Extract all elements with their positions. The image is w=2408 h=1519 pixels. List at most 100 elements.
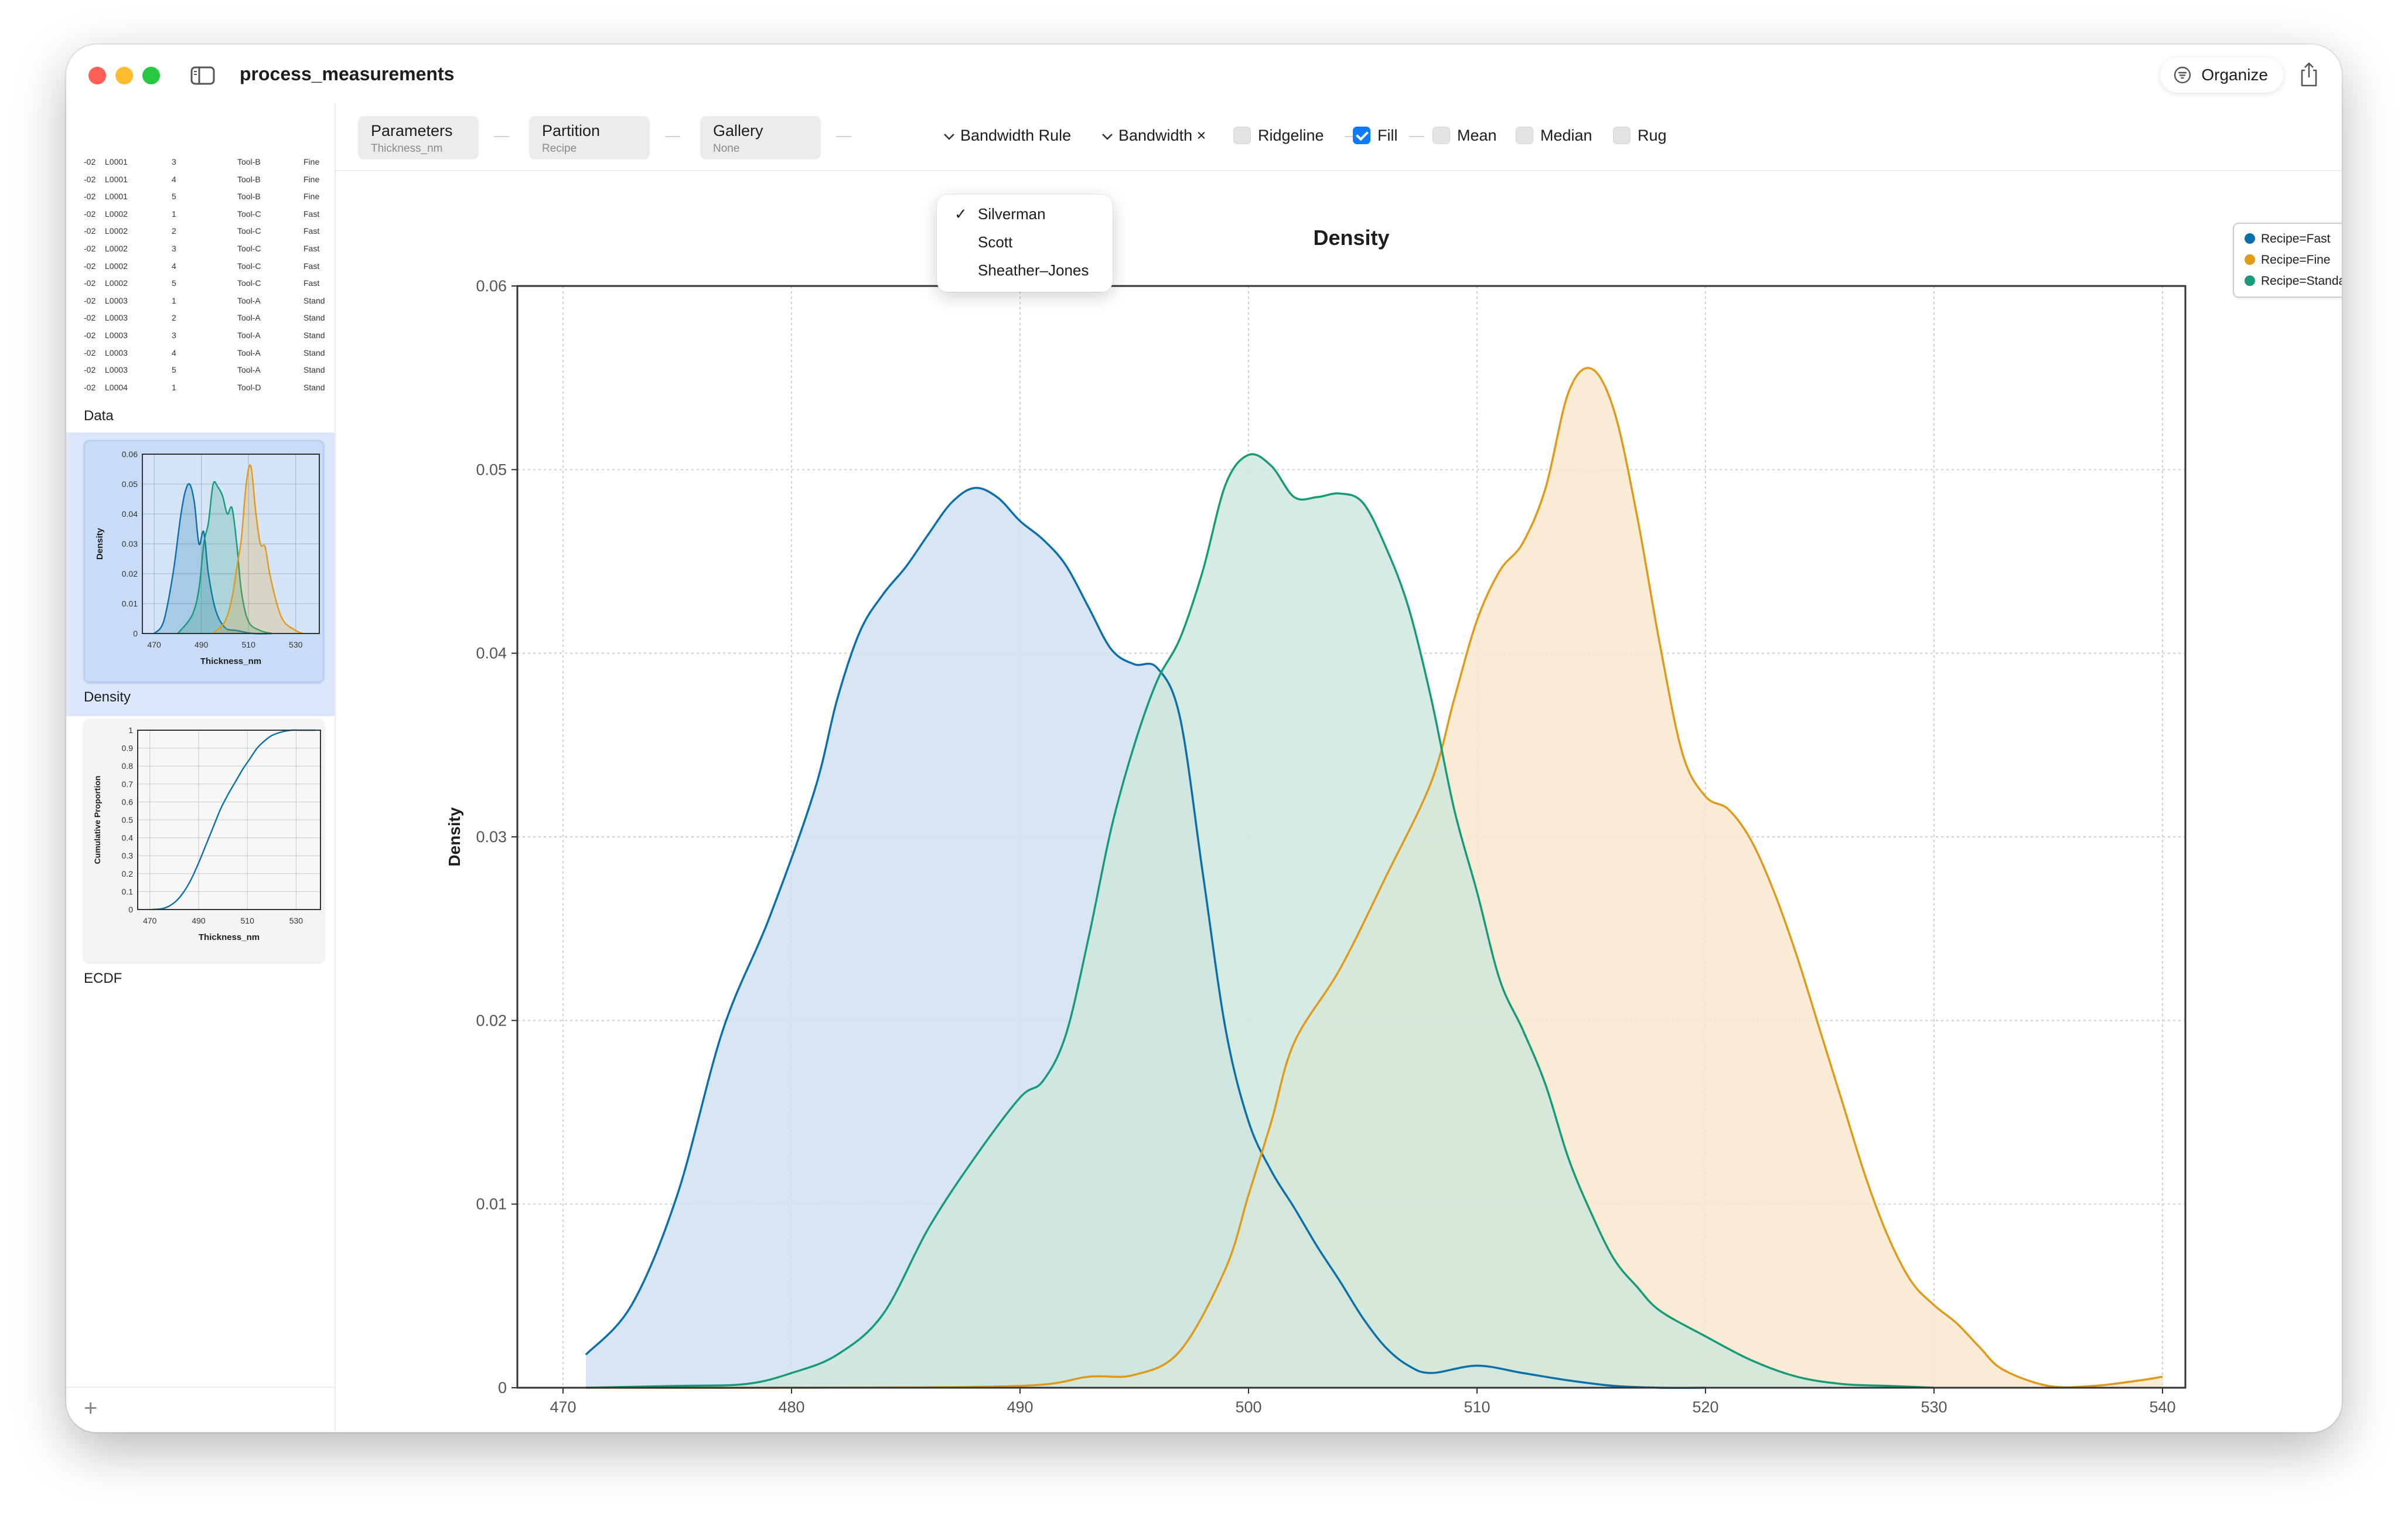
toolbar-separator: [836, 136, 851, 137]
fill-checkbox-box[interactable]: [1353, 127, 1370, 144]
mean-checkbox-box[interactable]: [1432, 127, 1450, 144]
data-table-cell: Fine: [303, 192, 320, 202]
menu-item-scott[interactable]: Scott: [978, 233, 1012, 251]
data-table-cell: Tool-C: [237, 226, 261, 236]
rug-checkbox[interactable]: Rug: [1613, 127, 1667, 145]
data-table-cell: -02: [84, 295, 96, 305]
data-table-cell: Tool-C: [237, 243, 261, 253]
organize-label: Organize: [2201, 66, 2268, 84]
data-table-row[interactable]: -02 L0004 1 Tool-D Stand: [84, 379, 330, 397]
sidebar-toggle-icon[interactable]: [189, 62, 216, 89]
data-table-cell: Tool-B: [237, 192, 261, 202]
data-table-cell: Stand: [303, 313, 325, 323]
data-table-row[interactable]: -02 L0003 3 Tool-A Stand: [84, 327, 330, 345]
data-table-row[interactable]: -02 L0001 4 Tool-B Fine: [84, 171, 330, 189]
data-table-cell: L0003: [105, 313, 128, 323]
data-table-row[interactable]: -02 L0002 5 Tool-C Fast: [84, 275, 330, 292]
menu-item-silverman[interactable]: Silverman: [978, 205, 1046, 223]
bandwidth-rule-label: Bandwidth Rule: [960, 127, 1072, 144]
y-tick-label: 0.03: [476, 828, 507, 846]
data-table-cell: L0001: [105, 174, 128, 184]
median-checkbox[interactable]: Median: [1516, 127, 1592, 145]
y-tick-label: 0.04: [476, 645, 507, 662]
ecdf-x-axis-label: Thickness_nm: [199, 932, 260, 942]
data-table-row[interactable]: -02 L0003 4 Tool-A Stand: [84, 345, 330, 362]
mean-checkbox[interactable]: Mean: [1432, 127, 1497, 145]
parameters-pill[interactable]: Parameters Thickness_nm: [358, 116, 479, 159]
data-table-cell: -02: [84, 278, 96, 288]
minimize-window-button[interactable]: [115, 67, 133, 84]
data-preview-table[interactable]: -02 L0001 3 Tool-B Fine -02 L0001 4 Tool-B Fine -0…: [84, 154, 330, 400]
chevron-down-icon: [1102, 133, 1113, 140]
legend-item-standard: Recipe=Standard: [2245, 274, 2342, 288]
menu-item-sheather-jones[interactable]: Sheather–Jones: [978, 261, 1089, 280]
bandwidth-multiplier-dropdown[interactable]: Bandwidth ×: [1101, 127, 1206, 145]
data-table-cell: 3: [172, 157, 176, 166]
density-chart-panel: 470 480 490 500 510 520 530 540 0 0.01 0.02 0.03 0.0…: [336, 171, 2342, 1432]
rug-label: Rug: [1638, 127, 1667, 144]
ecdf-y-axis-label: Cumulative Proportion: [93, 776, 102, 864]
close-window-button[interactable]: [88, 67, 106, 84]
bandwidth-multiplier-label: Bandwidth ×: [1118, 127, 1206, 144]
add-analysis-button[interactable]: +: [84, 1395, 97, 1422]
partition-pill[interactable]: Partition Recipe: [529, 116, 650, 159]
data-table-row[interactable]: -02 L0002 2 Tool-C Fast: [84, 223, 330, 240]
data-table-row[interactable]: -02 L0002 1 Tool-C Fast: [84, 206, 330, 223]
bandwidth-rule-menu: ✓ Silverman Scott Sheather–Jones: [937, 195, 1113, 292]
density-chart: 470 480 490 500 510 520 530 540 0 0.01 0.02 0.03 0.0…: [445, 226, 2187, 1432]
data-table-row[interactable]: -02 L0003 5 Tool-A Stand: [84, 362, 330, 379]
median-label: Median: [1540, 127, 1592, 144]
chart-legend: Recipe=Fast Recipe=Fine Recipe=Standard: [2233, 223, 2342, 298]
organize-button[interactable]: Organize: [2160, 57, 2283, 93]
data-table-cell: -02: [84, 209, 96, 219]
thumb-x-tick-label: 530: [289, 640, 303, 649]
ecdf-thumbnail-plot: 1 0.9 0.8 0.7 0.6 0.5 0.4 0.3 0.2 0.1 0 470 490 510 53…: [93, 726, 321, 942]
data-table-cell: 1: [172, 382, 176, 392]
data-table-cell: L0003: [105, 330, 128, 340]
toolbar-separator: [665, 136, 680, 137]
data-table-cell: 4: [172, 348, 176, 357]
sidebar-item-density-label[interactable]: Density: [84, 689, 131, 706]
ridgeline-checkbox[interactable]: Ridgeline: [1233, 127, 1324, 145]
ecdf-x-tick-label: 530: [289, 916, 303, 925]
data-table-cell: 2: [172, 313, 176, 323]
data-table-row[interactable]: -02 L0001 5 Tool-B Fine: [84, 188, 330, 206]
thumb-x-tick-label: 470: [147, 640, 161, 649]
zoom-window-button[interactable]: [142, 67, 160, 84]
data-table-row[interactable]: -02 L0003 1 Tool-A Stand: [84, 292, 330, 310]
data-table-cell: -02: [84, 192, 96, 202]
ecdf-thumbnail[interactable]: 1 0.9 0.8 0.7 0.6 0.5 0.4 0.3 0.2 0.1 0 470 490 510 53…: [84, 720, 324, 962]
sidebar-item-ecdf-label[interactable]: ECDF: [84, 970, 122, 987]
data-table-row[interactable]: -02 L0003 2 Tool-A Stand: [84, 309, 330, 327]
share-icon[interactable]: [2297, 61, 2321, 88]
thumb-y-tick-label: 0.01: [122, 599, 138, 608]
thumb-y-tick-label: 0.02: [122, 569, 138, 578]
data-table-cell: L0002: [105, 278, 128, 288]
filter-lines-icon: [2174, 66, 2191, 84]
gallery-pill[interactable]: Gallery None: [700, 116, 821, 159]
data-table-row[interactable]: -02 L0002 3 Tool-C Fast: [84, 240, 330, 258]
density-thumbnail-plot: 0.06 0.05 0.04 0.03 0.02 0.01 0 470 490 510 530 Thi…: [95, 449, 320, 666]
data-table-cell: 5: [172, 192, 176, 202]
data-table-cell: -02: [84, 174, 96, 184]
parameters-pill-title: Parameters: [371, 122, 453, 139]
density-thumbnail[interactable]: 0.06 0.05 0.04 0.03 0.02 0.01 0 470 490 510 530 Thi…: [84, 440, 324, 683]
thumb-y-tick-label: 0: [133, 629, 138, 638]
data-table-cell: Tool-A: [237, 295, 261, 305]
ridgeline-checkbox-box[interactable]: [1233, 127, 1251, 144]
ecdf-x-tick-label: 490: [192, 916, 206, 925]
bandwidth-rule-dropdown[interactable]: Bandwidth Rule: [943, 127, 1071, 145]
thumb-x-axis-label: Thickness_nm: [200, 656, 261, 666]
data-table-cell: Tool-D: [237, 382, 261, 392]
sidebar-item-data-label[interactable]: Data: [84, 408, 114, 424]
thumb-x-tick-label: 510: [242, 640, 256, 649]
rug-checkbox-box[interactable]: [1613, 127, 1631, 144]
data-table-row[interactable]: -02 L0001 3 Tool-B Fine: [84, 154, 330, 171]
fill-checkbox[interactable]: Fill: [1353, 127, 1398, 145]
thumb-y-tick-label: 0.05: [122, 479, 138, 489]
median-checkbox-box[interactable]: [1516, 127, 1533, 144]
x-tick-label: 480: [778, 1398, 804, 1416]
y-tick-label: 0: [498, 1379, 507, 1397]
data-table-cell: L0002: [105, 226, 128, 236]
data-table-row[interactable]: -02 L0002 4 Tool-C Fast: [84, 258, 330, 275]
